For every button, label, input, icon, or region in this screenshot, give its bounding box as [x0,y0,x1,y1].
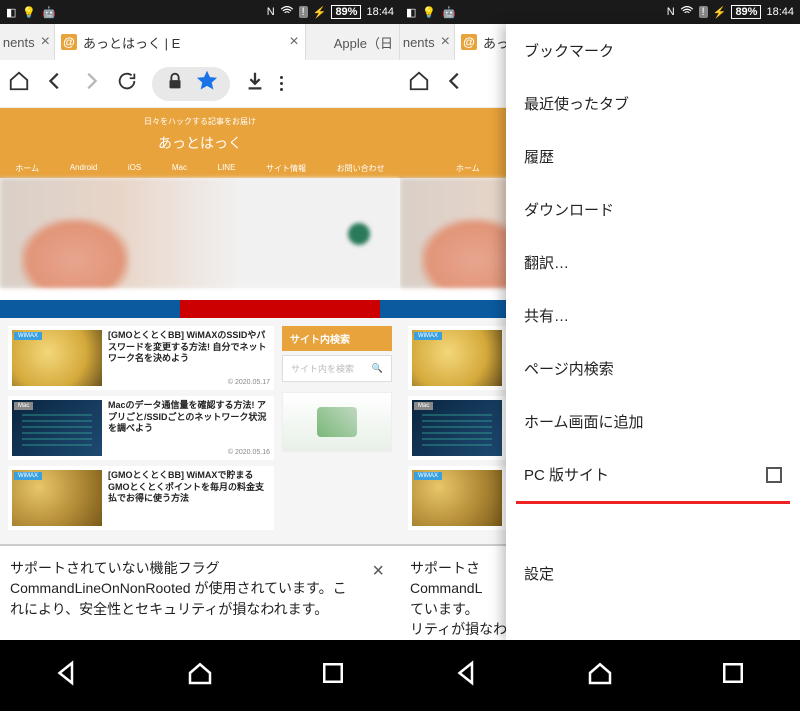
warn-icon: ! [699,6,708,18]
wifi-icon [280,4,294,21]
bulb-icon: 💡 [22,6,36,19]
menu-settings[interactable]: 設定 [506,506,800,640]
nfc-icon: N [267,6,275,18]
nfc-icon: N [667,6,675,18]
snackbar-text: サポートされていない機能フラグ CommandLineOnNonRooted が… [10,558,358,619]
android-icon: 🤖 [442,6,456,19]
system-home[interactable] [585,658,615,693]
close-icon[interactable]: × [289,33,298,51]
toolbar [0,60,400,108]
url-pill[interactable] [152,67,230,101]
back-button[interactable] [444,70,466,97]
menu-find[interactable]: ページ内検索 [506,342,800,395]
article-card[interactable]: Mac Macのデータ通信量を確認する方法! アプリごと/SSIDごとのネットワ… [8,396,274,460]
close-icon[interactable]: × [41,33,50,51]
tab-apple[interactable]: Apple（日 [306,24,400,60]
menu-desktop-site[interactable]: PC 版サイト [506,448,800,501]
warning-snackbar: サポートされていない機能フラグ CommandLineOnNonRooted が… [0,544,400,640]
menu-translate[interactable]: 翻訳… [506,236,800,289]
battery-level: 89% [331,5,361,19]
color-bar [0,300,400,318]
system-home[interactable] [185,658,215,693]
page-content: 日々をハックする記事をお届け あっとはっく ホーム Android iOS Ma… [0,108,400,640]
clock: 18:44 [766,6,794,18]
tab-partial-left[interactable]: nents × [400,24,455,60]
notification-icon: ◧ [6,6,16,19]
reload-button[interactable] [116,70,138,97]
menu-recent-tabs[interactable]: 最近使ったタブ [506,77,800,130]
checkbox-icon[interactable] [766,467,782,483]
hero-banner[interactable] [0,178,400,288]
highlight-underline [516,501,790,504]
bookmark-star-icon[interactable] [196,70,218,97]
site-nav: ホーム Android iOS Mac LINE サイト情報 お問い合わせ [0,163,400,178]
home-button[interactable] [8,70,30,97]
search-icon: 🔍 [372,363,383,374]
tab-partial-left[interactable]: nents × [0,24,55,60]
overflow-menu: ブックマーク 最近使ったタブ 履歴 ダウンロード 翻訳… 共有… ページ内検索 … [506,24,800,640]
close-icon[interactable]: × [366,558,390,585]
menu-add-home[interactable]: ホーム画面に追加 [506,395,800,448]
menu-bookmarks[interactable]: ブックマーク [506,24,800,77]
bulb-icon: 💡 [422,6,436,19]
android-icon: 🤖 [42,6,56,19]
system-recents[interactable] [318,658,348,693]
favicon-athack: @ [61,34,77,50]
forward-button [80,70,102,97]
menu-share[interactable]: 共有… [506,289,800,342]
battery-level: 89% [731,5,761,19]
close-icon[interactable]: × [441,33,450,51]
tabstrip: nents × @ あっとはっく | E × Apple（日 [0,24,400,60]
apple-icon [312,34,328,50]
system-back[interactable] [452,658,482,693]
menu-history[interactable]: 履歴 [506,130,800,183]
phone-right: ◧ 💡 🤖 N ! ⚡ 89% 18:44 nents × @ あっとはっく |… [400,0,800,640]
favicon-athack: @ [461,34,477,50]
system-back[interactable] [52,658,82,693]
clock: 18:44 [366,6,394,18]
download-button[interactable] [244,70,266,97]
charging-icon: ⚡ [713,6,727,19]
back-button[interactable] [44,70,66,97]
menu-button[interactable] [280,76,283,91]
tab-title: あっとはっく | E [83,33,283,52]
status-bar: ◧ 💡 🤖 N ! ⚡ 89% 18:44 [400,0,800,24]
card-thumb: WiMAX [12,470,102,526]
card-thumb: Mac [12,400,102,456]
home-button[interactable] [408,70,430,97]
article-card[interactable]: WiMAX [GMOとくとくBB] WiMAXで貯まるGMOとくとくポイントを毎… [8,466,274,530]
lock-icon [164,70,186,97]
system-nav [0,640,800,711]
system-recents[interactable] [718,658,748,693]
card-thumb: WiMAX [12,330,102,386]
search-input[interactable]: サイト内を検索 🔍 [282,355,392,382]
notification-icon: ◧ [406,6,416,19]
tab-active[interactable]: @ あっとはっく | E × [55,24,306,60]
warn-icon: ! [299,6,308,18]
charging-icon: ⚡ [313,6,327,19]
article-card[interactable]: WiMAX [GMOとくとくBB] WiMAXのSSIDやパスワードを変更する方… [8,326,274,390]
menu-downloads[interactable]: ダウンロード [506,183,800,236]
search-header: サイト内検索 [282,326,392,351]
phone-left: ◧ 💡 🤖 N ! ⚡ 89% 18:44 nents × @ あっとはっく |… [0,0,400,640]
status-bar: ◧ 💡 🤖 N ! ⚡ 89% 18:44 [0,0,400,24]
sidebar-widget [282,392,392,452]
site-header: 日々をハックする記事をお届け あっとはっく ホーム Android iOS Ma… [0,108,400,178]
wifi-icon [680,4,694,21]
